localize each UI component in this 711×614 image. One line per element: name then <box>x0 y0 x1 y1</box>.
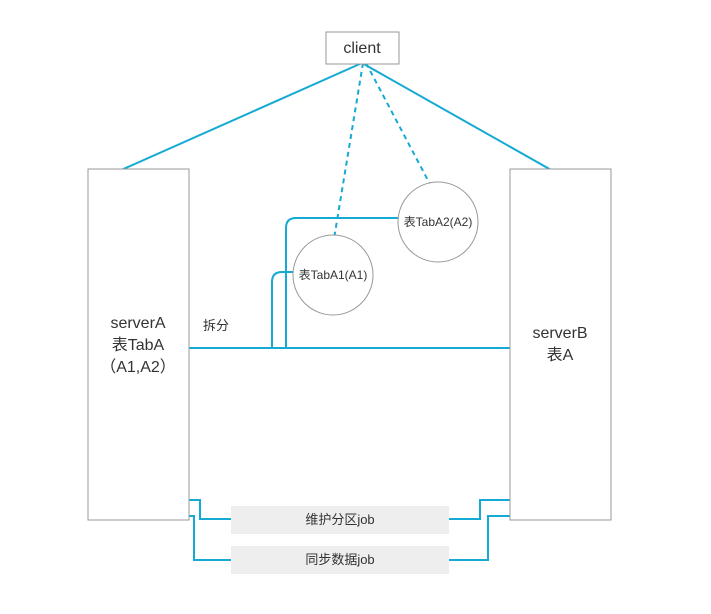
serverB-line2: 表A <box>547 346 574 364</box>
node-serverB: serverB 表A <box>510 169 611 520</box>
serverA-line2: 表TabA <box>112 336 165 354</box>
tabA2-label: 表TabA2(A2) <box>404 215 473 229</box>
edge-client-serverB <box>362 63 560 175</box>
node-client: client <box>326 32 399 64</box>
serverB-line1: serverB <box>532 325 587 342</box>
client-label: client <box>343 40 381 57</box>
edge-client-tabA2 <box>366 63 432 188</box>
serverA-line1: serverA <box>110 315 165 332</box>
node-job1: 维护分区job <box>231 506 449 534</box>
edge-client-serverA <box>110 63 362 175</box>
node-tabA2: 表TabA2(A2) <box>398 182 478 262</box>
tabA1-label: 表TabA1(A1) <box>299 268 368 282</box>
node-tabA1: 表TabA1(A1) <box>293 235 373 315</box>
job1-label: 维护分区job <box>305 512 374 527</box>
job2-label: 同步数据job <box>305 552 374 567</box>
edge-split-label: 拆分 <box>203 318 229 333</box>
node-serverA: serverA 表TabA （A1,A2） <box>88 169 189 520</box>
serverA-line3: （A1,A2） <box>100 358 176 376</box>
architecture-diagram: 维护分区job 同步数据job 拆分 表TabA1(A1) 表TabA2(A2)… <box>0 0 711 614</box>
node-job2: 同步数据job <box>231 546 449 574</box>
